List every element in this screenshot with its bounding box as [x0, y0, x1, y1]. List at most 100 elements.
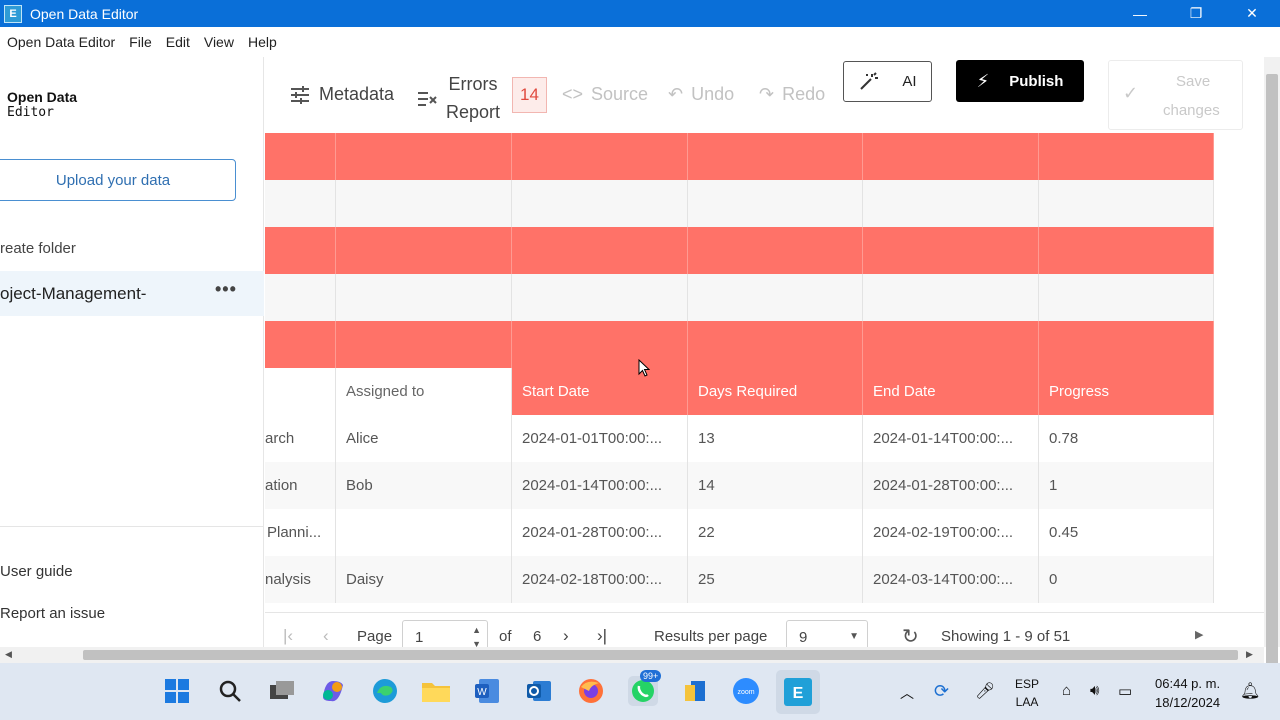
- sticky-files-icon[interactable]: [680, 676, 710, 706]
- chevron-up-icon[interactable]: ︿: [900, 683, 914, 703]
- grid-cell[interactable]: 2024-02-19T00:00:...: [863, 509, 1039, 556]
- grid-cell[interactable]: [512, 321, 688, 368]
- grid-cell[interactable]: [336, 509, 512, 556]
- scroll-right-icon[interactable]: ▶: [1195, 628, 1203, 641]
- ai-button[interactable]: AI: [843, 61, 932, 102]
- grid-cell[interactable]: 2024-03-14T00:00:...: [863, 556, 1039, 603]
- grid-cell[interactable]: arch: [265, 415, 336, 462]
- grid-cell[interactable]: [512, 274, 688, 321]
- source-button[interactable]: <> Source: [562, 84, 648, 105]
- grid-cell[interactable]: Daisy: [336, 556, 512, 603]
- grid-cell[interactable]: Planni...: [265, 509, 336, 556]
- error-row[interactable]: [265, 321, 1214, 368]
- grid-cell[interactable]: [336, 227, 512, 274]
- grid-cell[interactable]: [1039, 180, 1214, 227]
- grid-cell[interactable]: [863, 227, 1039, 274]
- microphone-icon[interactable]: 🎤︎: [975, 681, 995, 701]
- edge-icon[interactable]: [370, 676, 400, 706]
- menu-help[interactable]: Help: [248, 34, 277, 50]
- start-icon[interactable]: [162, 676, 192, 706]
- upload-data-button[interactable]: Upload your data: [0, 159, 236, 201]
- grid-cell[interactable]: 2024-01-14T00:00:...: [512, 462, 688, 509]
- grid-cell[interactable]: [863, 321, 1039, 368]
- metadata-button[interactable]: Metadata: [289, 84, 394, 105]
- close-button[interactable]: ✕: [1224, 0, 1280, 27]
- grid-cell[interactable]: [1039, 133, 1214, 180]
- grid-cell[interactable]: [336, 133, 512, 180]
- horizontal-scroll-thumb[interactable]: [83, 650, 1238, 660]
- grid-cell[interactable]: 2024-01-01T00:00:...: [512, 415, 688, 462]
- prev-page-icon[interactable]: ‹: [323, 626, 329, 646]
- column-header-progress[interactable]: Progress: [1039, 368, 1214, 415]
- notification-bell-icon[interactable]: 🔔︎: [1240, 681, 1260, 701]
- table-row[interactable]: Planni... 2024-01-28T00:00:... 22 2024-0…: [265, 509, 1214, 556]
- scroll-right-arrow-icon[interactable]: ▶: [1246, 649, 1253, 660]
- errors-report-button[interactable]: Errors Report: [416, 70, 500, 126]
- grid-cell[interactable]: [512, 227, 688, 274]
- grid-cell[interactable]: [688, 180, 863, 227]
- grid-cell[interactable]: 2024-01-28T00:00:...: [863, 462, 1039, 509]
- vertical-scrollbar[interactable]: [1264, 57, 1280, 669]
- copilot-icon[interactable]: [318, 676, 348, 706]
- grid-cell[interactable]: [688, 321, 863, 368]
- grid-cell[interactable]: [512, 133, 688, 180]
- menu-app[interactable]: Open Data Editor: [7, 34, 115, 50]
- error-row[interactable]: [265, 133, 1214, 180]
- battery-icon[interactable]: ▭: [1118, 682, 1132, 700]
- create-folder-button[interactable]: reate folder: [0, 240, 76, 257]
- menu-file[interactable]: File: [129, 34, 152, 50]
- grid-cell[interactable]: 0.45: [1039, 509, 1214, 556]
- language-indicator[interactable]: ESP LAA: [1015, 675, 1039, 711]
- grid-cell[interactable]: ation: [265, 462, 336, 509]
- undo-button[interactable]: ↶ Undo: [668, 84, 734, 105]
- table-row[interactable]: [265, 180, 1214, 227]
- last-page-icon[interactable]: ›|: [597, 626, 607, 646]
- grid-cell[interactable]: [265, 227, 336, 274]
- minimize-button[interactable]: —: [1112, 0, 1168, 27]
- report-issue-link[interactable]: Report an issue: [0, 605, 105, 622]
- file-explorer-icon[interactable]: [421, 676, 451, 706]
- grid-cell[interactable]: [863, 274, 1039, 321]
- search-icon[interactable]: [215, 676, 245, 706]
- grid-cell[interactable]: 2024-01-14T00:00:...: [863, 415, 1039, 462]
- maximize-button[interactable]: ❐: [1168, 0, 1224, 27]
- vertical-scroll-thumb[interactable]: [1266, 74, 1278, 669]
- open-data-editor-taskbar-icon[interactable]: E: [776, 670, 820, 714]
- clock[interactable]: 06:44 p. m. 18/12/2024: [1155, 674, 1220, 712]
- first-page-icon[interactable]: |‹: [283, 626, 293, 646]
- grid-cell[interactable]: [336, 274, 512, 321]
- grid-cell[interactable]: [265, 133, 336, 180]
- scroll-left-arrow-icon[interactable]: ◀: [5, 649, 12, 660]
- redo-button[interactable]: ↷ Redo: [759, 84, 825, 105]
- column-header-start-date[interactable]: Start Date: [512, 368, 688, 415]
- task-view-icon[interactable]: [267, 676, 297, 706]
- grid-cell[interactable]: Alice: [336, 415, 512, 462]
- word-icon[interactable]: W: [472, 676, 502, 706]
- table-row[interactable]: arch Alice 2024-01-01T00:00:... 13 2024-…: [265, 415, 1214, 462]
- column-header-end-date[interactable]: End Date: [863, 368, 1039, 415]
- grid-cell[interactable]: [863, 133, 1039, 180]
- grid-cell[interactable]: [1039, 274, 1214, 321]
- grid-cell[interactable]: 0.78: [1039, 415, 1214, 462]
- column-header-days-required[interactable]: Days Required: [688, 368, 863, 415]
- error-row[interactable]: [265, 227, 1214, 274]
- table-row[interactable]: nalysis Daisy 2024-02-18T00:00:... 25 20…: [265, 556, 1214, 603]
- grid-cell[interactable]: [336, 321, 512, 368]
- grid-cell[interactable]: 25: [688, 556, 863, 603]
- grid-cell[interactable]: 0: [1039, 556, 1214, 603]
- grid-cell[interactable]: [265, 321, 336, 368]
- grid-cell[interactable]: 2024-01-28T00:00:...: [512, 509, 688, 556]
- grid-cell[interactable]: [688, 133, 863, 180]
- grid-cell[interactable]: [512, 180, 688, 227]
- grid-cell[interactable]: Bob: [336, 462, 512, 509]
- save-changes-button[interactable]: ✓ Save changes: [1108, 60, 1243, 130]
- grid-cell[interactable]: [265, 180, 336, 227]
- grid-cell[interactable]: [336, 180, 512, 227]
- more-options-icon[interactable]: •••: [215, 279, 237, 300]
- grid-cell[interactable]: [1039, 321, 1214, 368]
- horizontal-scrollbar[interactable]: ◀ ▶: [0, 647, 1264, 663]
- menu-edit[interactable]: Edit: [166, 34, 190, 50]
- grid-cell[interactable]: 14: [688, 462, 863, 509]
- grid-cell[interactable]: [688, 274, 863, 321]
- sidebar-item-project[interactable]: oject-Management- •••: [0, 271, 264, 316]
